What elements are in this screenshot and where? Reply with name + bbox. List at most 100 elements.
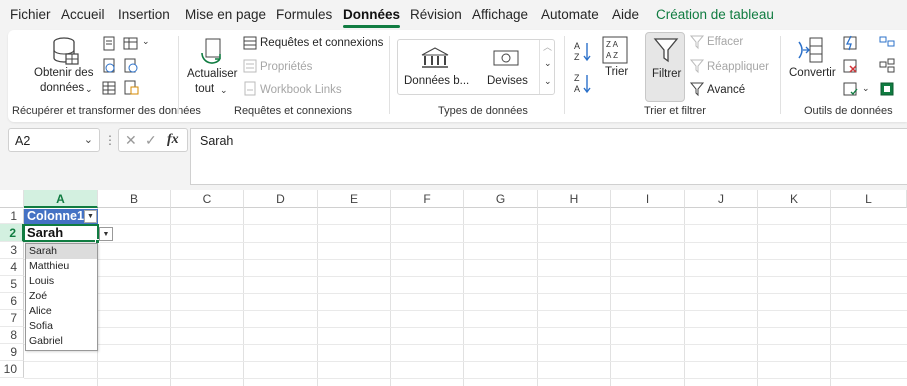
row-header-6[interactable]: 6 [0, 293, 24, 310]
list-item[interactable]: Gabriel [26, 334, 97, 349]
formula-input[interactable]: Sarah [190, 128, 907, 185]
from-text-icon[interactable] [101, 36, 117, 55]
gridline [170, 208, 171, 386]
tab-fichier[interactable]: Fichier [10, 7, 51, 22]
recent-sources-icon[interactable] [123, 36, 139, 55]
name-box[interactable]: A2 ⌄ [8, 128, 100, 152]
list-item[interactable]: Sarah [26, 244, 97, 259]
filter-label[interactable]: Filtrer [652, 68, 681, 80]
confirm-icon[interactable]: ✓ [145, 132, 157, 149]
existing-connections-icon[interactable] [123, 80, 139, 99]
more-vertical-icon[interactable]: ⋮ [104, 133, 116, 147]
tab-donnees[interactable]: Données [343, 7, 401, 28]
tab-insertion[interactable]: Insertion [118, 7, 170, 22]
from-table-icon[interactable] [101, 80, 117, 99]
data-types-gallery[interactable]: Données b... Devises ︿ ⌄ ⌄ [397, 39, 555, 95]
list-item[interactable]: Sofia [26, 319, 97, 334]
gridline [757, 208, 758, 386]
table-header-cell[interactable]: Colonne1 ▼ [24, 209, 98, 224]
row-header-2[interactable]: 2 [0, 224, 24, 242]
queries-connections-button[interactable]: Requêtes et connexions [260, 37, 383, 49]
column-header-b[interactable]: B [98, 190, 171, 208]
chevron-up-icon[interactable]: ︿ [543, 40, 552, 53]
row-header-4[interactable]: 4 [0, 259, 24, 276]
recent-clock-icon[interactable] [123, 58, 139, 77]
tab-accueil[interactable]: Accueil [61, 7, 105, 22]
from-web-icon[interactable] [101, 58, 117, 77]
chevron-down-icon[interactable]: ⌄ [544, 58, 552, 69]
list-item[interactable]: Zoé [26, 289, 97, 304]
sort-dialog-icon[interactable]: Z A A Z [602, 36, 628, 67]
tab-automate[interactable]: Automate [541, 7, 599, 22]
tab-aide[interactable]: Aide [612, 7, 639, 22]
flash-fill-icon[interactable] [842, 35, 858, 54]
validation-dropdown-button[interactable]: ▼ [99, 227, 113, 241]
data-model-icon[interactable] [879, 81, 895, 100]
queries-connections-icon[interactable] [242, 35, 258, 54]
row-header-3[interactable]: 3 [0, 242, 24, 259]
insert-function-icon[interactable]: fx [167, 132, 179, 148]
column-header-j[interactable]: J [685, 190, 758, 208]
chevron-down-icon[interactable]: ⌄ [85, 84, 93, 95]
column-header-c[interactable]: C [171, 190, 244, 208]
currency-icon[interactable] [492, 46, 520, 73]
get-data-label-2[interactable]: données [40, 82, 84, 94]
filter-dropdown-icon[interactable]: ▼ [84, 210, 97, 223]
convert-button[interactable]: Convertir [789, 67, 836, 79]
column-header-l[interactable]: L [831, 190, 907, 208]
relationships-icon[interactable] [879, 58, 895, 77]
chevron-down-icon[interactable]: ⌄ [220, 85, 228, 96]
refresh-all-label-2[interactable]: tout [195, 83, 214, 95]
chevron-down-icon[interactable]: ⌄ [142, 36, 150, 47]
row-header-5[interactable]: 5 [0, 276, 24, 293]
gallery-scroll[interactable]: ︿ ⌄ ⌄ [539, 40, 555, 94]
column-header-f[interactable]: F [391, 190, 464, 208]
chevron-down-icon[interactable]: ⌄ [84, 133, 93, 146]
row-header-8[interactable]: 8 [0, 327, 24, 344]
data-validation-icon[interactable] [842, 81, 858, 100]
refresh-all-label[interactable]: Actualiser [187, 68, 238, 80]
advanced-button[interactable]: Avancé [707, 84, 745, 96]
tab-formules[interactable]: Formules [276, 7, 332, 22]
column-header-e[interactable]: E [318, 190, 391, 208]
name-box-value: A2 [15, 134, 31, 148]
row-header-7[interactable]: 7 [0, 310, 24, 327]
filter-button[interactable]: Filtrer [645, 32, 685, 102]
column-header-g[interactable]: G [464, 190, 538, 208]
row-header-10[interactable]: 10 [0, 361, 24, 378]
row-header-9[interactable]: 9 [0, 344, 24, 361]
column-header-i[interactable]: I [611, 190, 685, 208]
advanced-filter-icon[interactable] [689, 81, 705, 100]
column-header-d[interactable]: D [244, 190, 318, 208]
sort-button[interactable]: Trier [605, 66, 628, 78]
consolidate-icon[interactable] [879, 35, 895, 54]
more-options-icon[interactable]: ⌄ [544, 76, 552, 87]
row-header-1[interactable]: 1 [0, 209, 24, 224]
text-to-columns-icon[interactable] [795, 36, 825, 69]
svg-text:A: A [574, 41, 580, 51]
column-header-k[interactable]: K [758, 190, 831, 208]
stocks-button[interactable]: Données b... [404, 75, 469, 87]
list-item[interactable]: Louis [26, 274, 97, 289]
database-icon[interactable] [52, 36, 80, 69]
remove-duplicates-icon[interactable] [842, 58, 858, 77]
tab-creation-de-tableau[interactable]: Création de tableau [656, 7, 774, 22]
select-all-corner[interactable] [0, 190, 24, 208]
column-header-h[interactable]: H [538, 190, 611, 208]
sort-za-icon[interactable]: ZA [574, 72, 592, 97]
chevron-down-icon[interactable]: ⌄ [862, 83, 870, 94]
column-header-a[interactable]: A [24, 190, 98, 208]
refresh-all-icon[interactable] [198, 35, 228, 68]
active-cell[interactable]: Sarah [23, 224, 99, 242]
tab-mise-en-page[interactable]: Mise en page [185, 7, 266, 22]
list-item[interactable]: Matthieu [26, 259, 97, 274]
tab-revision[interactable]: Révision [410, 7, 462, 22]
sort-az-icon[interactable]: AZ [574, 40, 592, 65]
validation-dropdown-list: Sarah Matthieu Louis Zoé Alice Sofia Gab… [25, 243, 98, 351]
cancel-icon[interactable]: ✕ [125, 132, 137, 149]
currencies-button[interactable]: Devises [487, 75, 528, 87]
list-item[interactable]: Alice [26, 304, 97, 319]
get-data-label[interactable]: Obtenir des [34, 67, 93, 79]
tab-affichage[interactable]: Affichage [472, 7, 528, 22]
bank-icon[interactable] [420, 46, 450, 73]
